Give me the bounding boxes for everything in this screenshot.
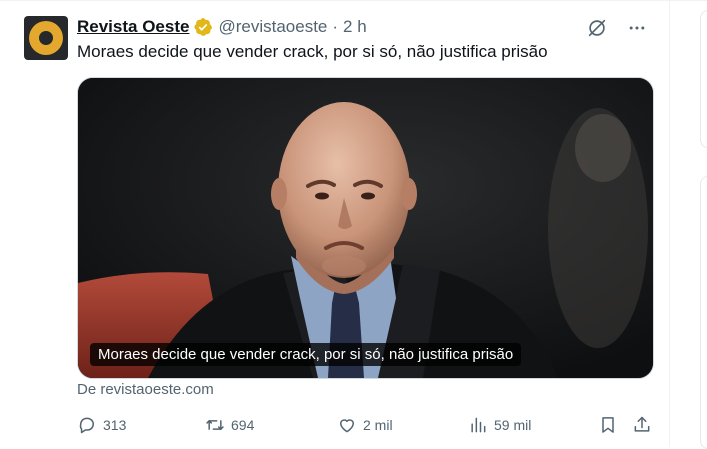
like-button[interactable]: 2 mil bbox=[337, 413, 393, 437]
tweet-header: Revista Oeste @revistaoeste · 2 h bbox=[77, 16, 367, 38]
share-button[interactable] bbox=[632, 413, 658, 437]
tweet-text: Moraes decide que vender crack, por si s… bbox=[77, 42, 548, 61]
like-icon bbox=[340, 419, 354, 433]
image-caption: Moraes decide que vender crack, por si s… bbox=[90, 343, 522, 366]
avatar-logo bbox=[29, 21, 63, 55]
header-actions bbox=[583, 16, 651, 40]
side-card bbox=[700, 176, 707, 449]
top-divider bbox=[0, 0, 707, 1]
share-icon bbox=[634, 416, 650, 432]
reply-button[interactable]: 313 bbox=[77, 413, 126, 437]
author-name[interactable]: Revista Oeste bbox=[77, 17, 189, 37]
avatar[interactable] bbox=[24, 16, 68, 60]
link-card-image[interactable]: Moraes decide que vender crack, por si s… bbox=[77, 77, 654, 379]
author-handle[interactable]: @revistaoeste bbox=[218, 17, 327, 37]
reply-count: 313 bbox=[103, 417, 127, 433]
timestamp[interactable]: 2 h bbox=[343, 17, 367, 37]
bookmark-button[interactable] bbox=[598, 413, 624, 437]
like-count: 2 mil bbox=[363, 417, 393, 433]
tweet-actions: 313 694 2 mil 59 mil bbox=[77, 413, 657, 437]
views-count: 59 mil bbox=[494, 417, 532, 433]
repost-icon bbox=[206, 420, 224, 430]
news-photo bbox=[78, 78, 653, 378]
grok-icon[interactable] bbox=[583, 16, 611, 40]
separator-dot: · bbox=[332, 17, 339, 36]
views-button[interactable]: 59 mil bbox=[468, 413, 531, 437]
repost-button[interactable]: 694 bbox=[205, 413, 254, 437]
verified-badge-icon[interactable] bbox=[193, 17, 213, 37]
reply-icon bbox=[79, 417, 94, 434]
repost-count: 694 bbox=[231, 417, 255, 433]
more-icon[interactable] bbox=[623, 16, 651, 40]
side-card bbox=[700, 10, 707, 148]
link-source[interactable]: De revistaoeste.com bbox=[77, 381, 214, 398]
column-divider bbox=[669, 0, 670, 447]
views-icon bbox=[471, 417, 486, 433]
bookmark-icon bbox=[602, 417, 614, 433]
